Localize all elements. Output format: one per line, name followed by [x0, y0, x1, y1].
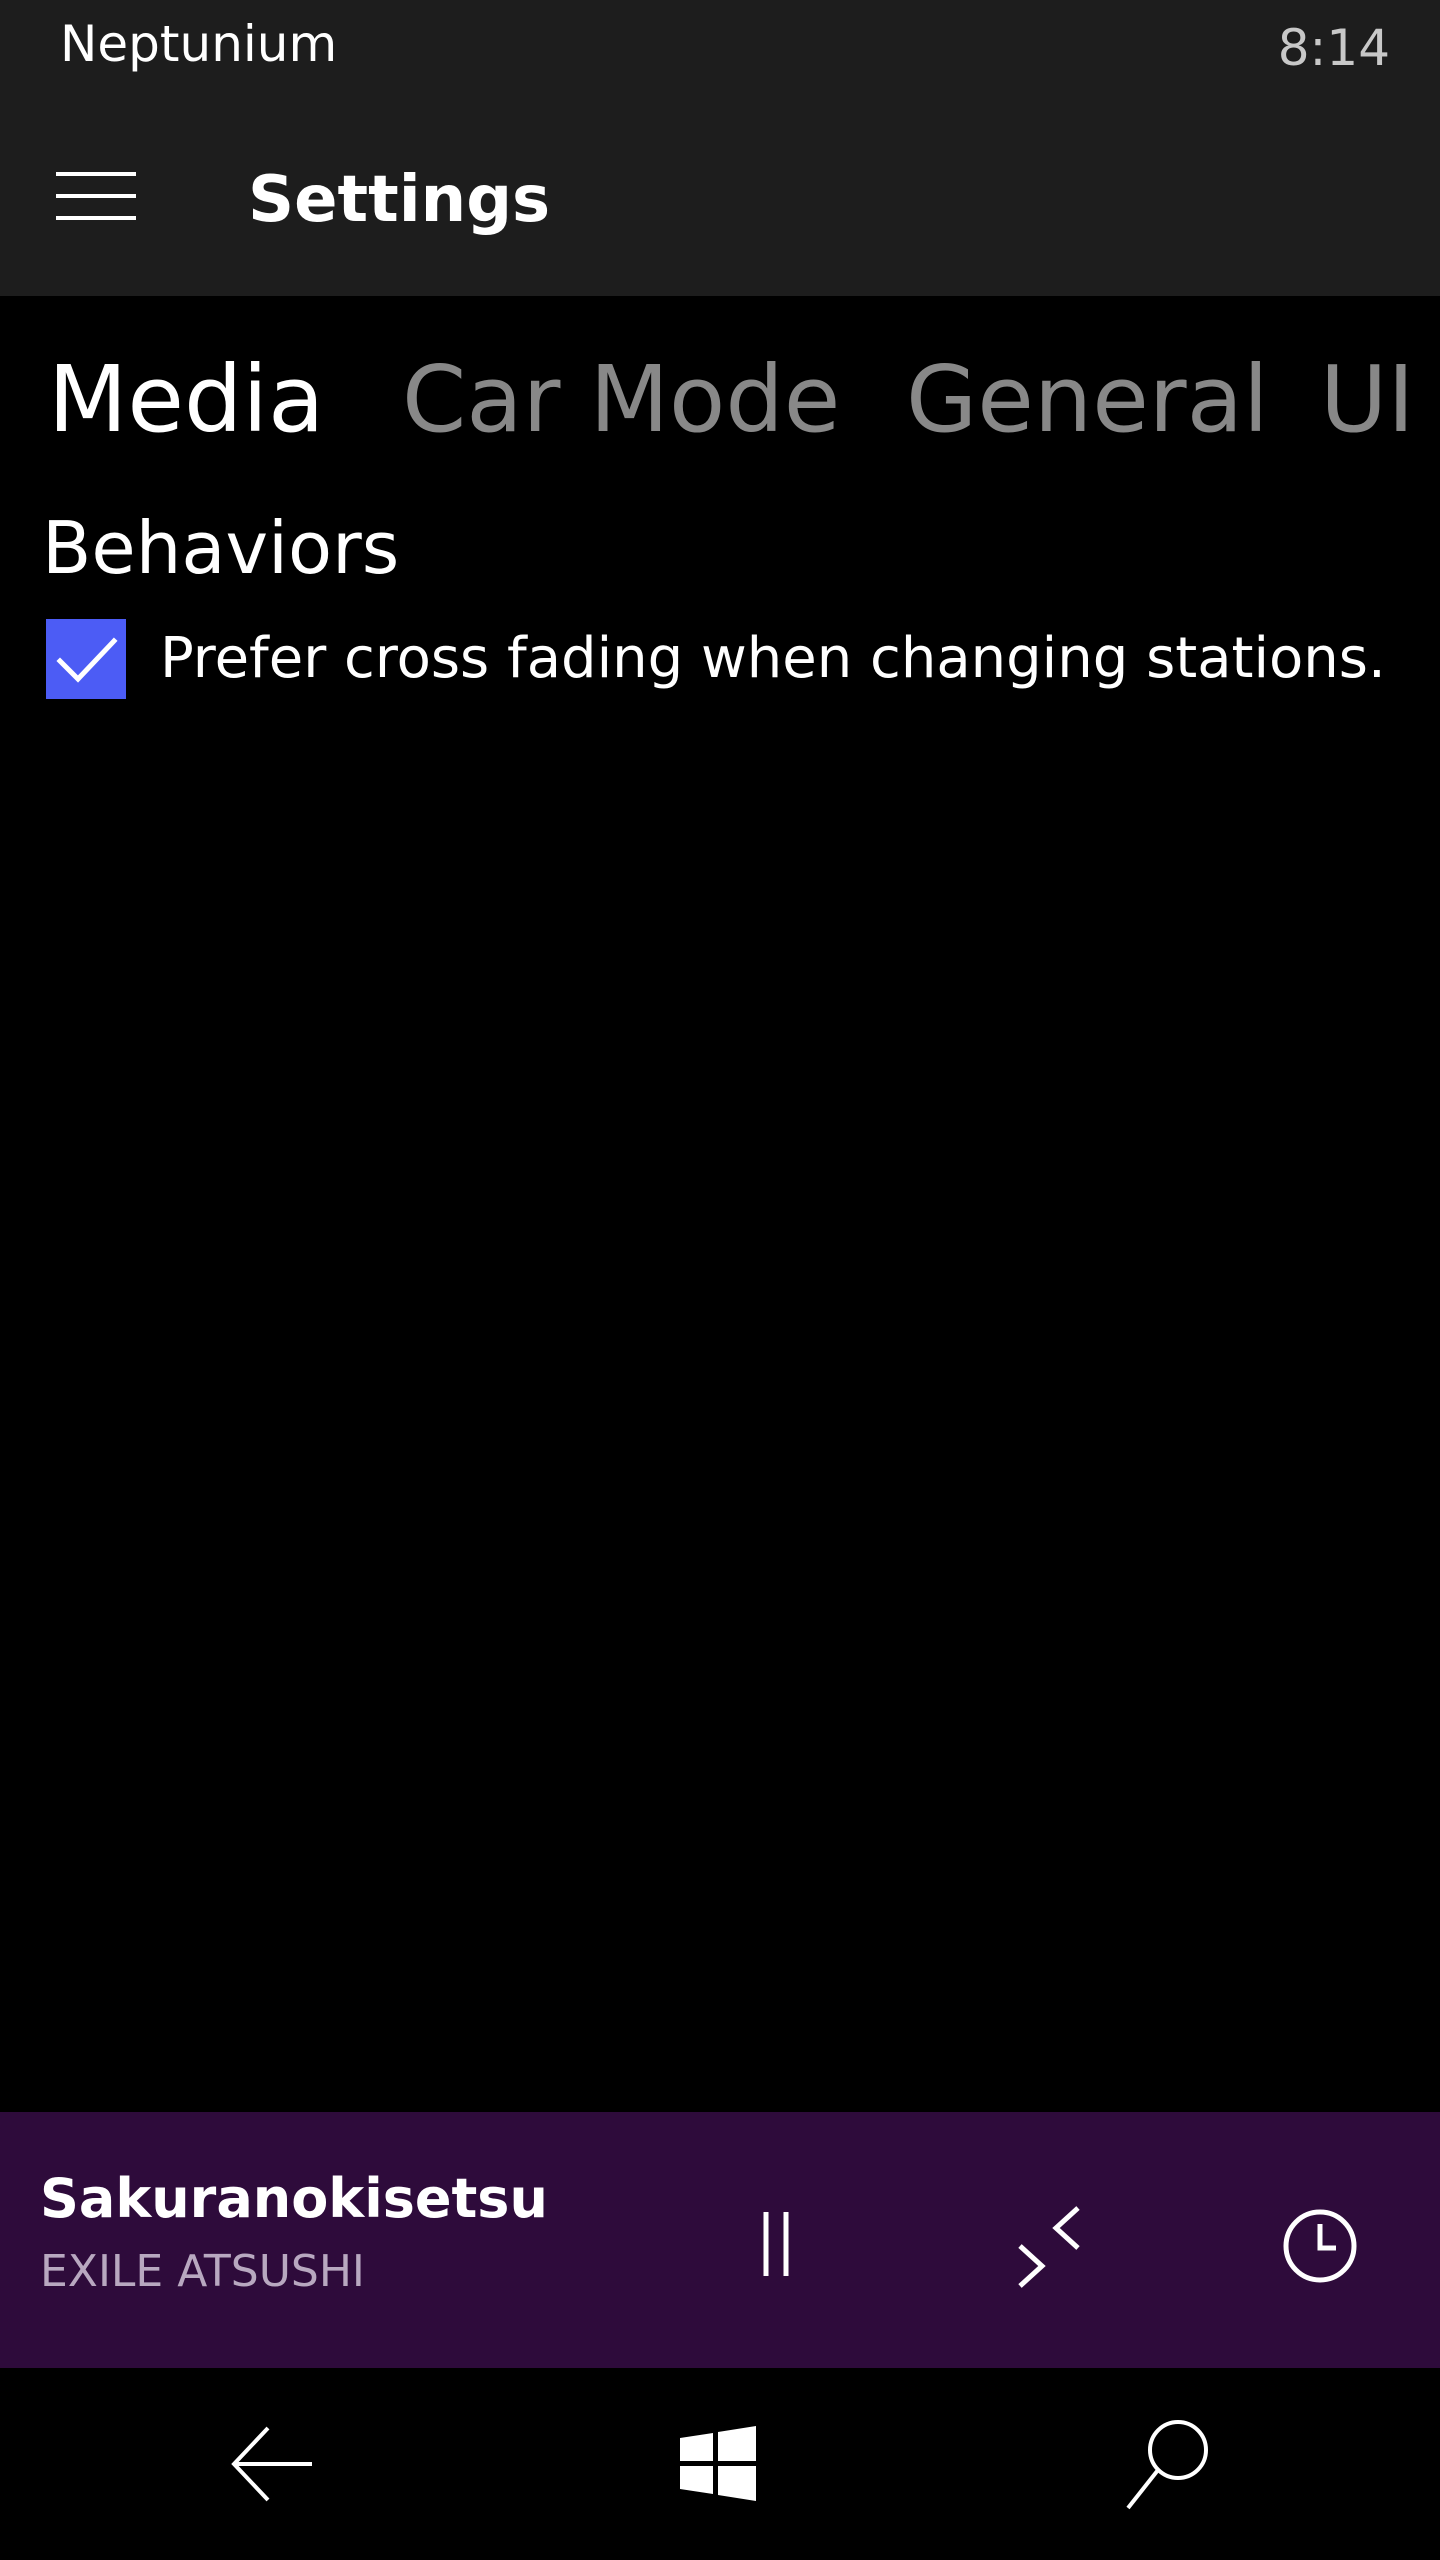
cast-icon — [1018, 2206, 1080, 2288]
pause-icon — [763, 2212, 789, 2276]
checkmark-icon — [56, 637, 118, 683]
settings-pivot: Media Car Mode General UI — [0, 340, 1440, 460]
navigation-bar — [0, 2368, 1440, 2560]
top-bar: Neptunium 8:14 Settings — [0, 0, 1440, 296]
pause-button[interactable] — [716, 2182, 836, 2302]
page-title: Settings — [248, 163, 551, 237]
crossfade-checkbox[interactable] — [46, 619, 126, 699]
sleep-timer-icon — [1283, 2209, 1357, 2283]
search-button[interactable] — [1108, 2404, 1228, 2524]
cast-button[interactable] — [988, 2182, 1108, 2302]
now-playing-bar: Sakuranokisetsu EXILE ATSUSHI — [0, 2112, 1440, 2368]
status-clock: 8:14 — [1277, 19, 1390, 77]
track-title: Sakuranokisetsu — [40, 2167, 548, 2230]
tab-general[interactable]: General — [906, 340, 1269, 460]
start-button[interactable] — [658, 2404, 778, 2524]
windows-logo-icon — [680, 2426, 756, 2501]
crossfade-label: Prefer cross fading when changing statio… — [160, 626, 1386, 691]
tab-car-mode[interactable]: Car Mode — [402, 340, 840, 460]
sleep-timer-button[interactable] — [1260, 2182, 1380, 2302]
back-button[interactable] — [212, 2404, 332, 2524]
app-name: Neptunium — [60, 15, 338, 73]
hamburger-line — [56, 172, 136, 176]
track-artist: EXILE ATSUSHI — [40, 2246, 365, 2297]
hamburger-line — [56, 216, 136, 220]
hamburger-line — [56, 194, 136, 198]
tab-media[interactable]: Media — [48, 340, 324, 460]
tab-ui[interactable]: UI — [1320, 340, 1414, 460]
back-arrow-icon — [231, 2426, 312, 2502]
hamburger-icon[interactable] — [50, 158, 142, 234]
section-title-behaviors: Behaviors — [42, 506, 400, 590]
search-icon — [1126, 2420, 1208, 2510]
